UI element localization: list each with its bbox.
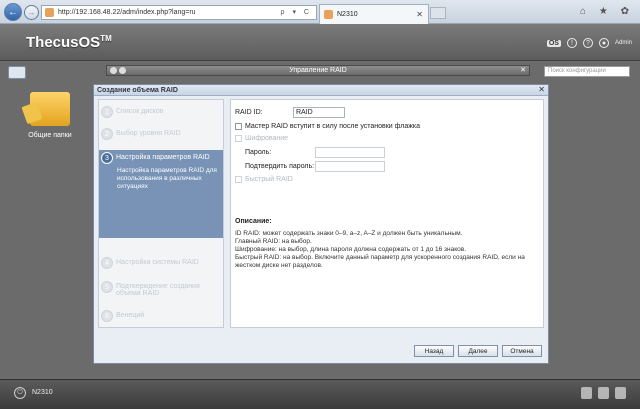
confirm-password-label: Подтвердить пароль: (245, 163, 315, 170)
forward-button[interactable]: → (24, 5, 39, 20)
step-3: 3 Настройка параметров RAID Настройка па… (99, 150, 223, 238)
browser-toolbar: ← → http://192.168.48.22/adm/index.php?l… (0, 0, 640, 24)
search-input[interactable]: Поиск конфигурации (544, 66, 630, 77)
step-number: 5 (101, 281, 113, 293)
address-bar[interactable]: http://192.168.48.22/adm/index.php?lang=… (41, 5, 317, 20)
tab-close-icon[interactable]: ✕ (416, 10, 423, 19)
password-field[interactable] (315, 147, 385, 158)
master-raid-label: Мастер RAID вступит в силу после установ… (245, 123, 421, 130)
back-button[interactable]: Назад (414, 345, 454, 357)
info-icon[interactable]: ! (566, 38, 577, 48)
password-row: Пароль: (245, 147, 385, 158)
encryption-row: Шифрование (235, 135, 288, 142)
os-button[interactable]: OS (546, 39, 561, 47)
step-label: Подтверждение создания объема RAID (116, 283, 200, 297)
user-icon[interactable]: ● (598, 38, 609, 48)
raid-id-input[interactable]: RAID (293, 107, 345, 118)
step-label: Выбор уровня RAID (116, 130, 181, 137)
browser-menu-icons[interactable]: ⌂ ★ ✿ (580, 6, 634, 17)
folder-icon (30, 92, 70, 126)
thecus-logo: ThecusOSTM (26, 34, 112, 51)
confirm-password-row: Подтвердить пароль: (245, 161, 385, 172)
password-label: Пароль: (245, 149, 272, 156)
quick-raid-checkbox[interactable] (235, 176, 242, 183)
stack-icon[interactable] (615, 387, 626, 399)
dialog-title: Создание объема RAID (97, 87, 178, 94)
master-raid-row: Мастер RAID вступит в силу после установ… (235, 123, 420, 130)
raid-settings-form: RAID ID: RAID Мастер RAID вступит в силу… (230, 99, 544, 328)
step-6: 6 Венеций (101, 310, 223, 322)
description-line: Шифрование: на выбор, длина пароля должн… (235, 246, 467, 253)
wizard-steps: 1 Список дисков 2 Выбор уровня RAID 3 На… (98, 99, 224, 328)
step-label: Настройка системы RAID (116, 259, 199, 266)
url-text: http://192.168.48.22/adm/index.php?lang=… (58, 9, 196, 16)
step-number: 6 (101, 310, 113, 322)
device-name: N2310 (32, 389, 53, 396)
step-label: Настройка параметров RAID (116, 154, 210, 161)
next-button[interactable]: Далее (458, 345, 498, 357)
new-tab-button[interactable] (430, 7, 446, 19)
step-description: Настройка параметров RAID для использова… (117, 167, 217, 190)
description-title: Описание: (235, 218, 272, 225)
shared-folders-shortcut[interactable]: Общие папки (20, 92, 80, 139)
description-text: ID RAID: может содержать знаки 0–9, a–z,… (235, 230, 537, 270)
browser-tab[interactable]: N2310 ✕ (319, 4, 429, 24)
step-label: Список дисков (116, 108, 164, 115)
power-icon[interactable]: ⏻ (14, 387, 26, 399)
shared-folders-label: Общие папки (28, 132, 72, 139)
cancel-button[interactable]: Отмена (502, 345, 542, 357)
raid-window-close-icon[interactable]: ✕ (520, 66, 526, 74)
taskbar-tray (581, 387, 626, 399)
dialog-close-icon[interactable]: ✕ (538, 85, 545, 94)
step-4: 4 Настройка системы RAID (101, 257, 223, 269)
windows-icon[interactable] (598, 387, 609, 399)
desktop-switch-icon[interactable] (8, 66, 26, 79)
taskbar: ⏻ N2310 (0, 379, 640, 409)
raid-window-titlebar[interactable]: Управление RAID ✕ (106, 65, 530, 76)
master-raid-checkbox[interactable] (235, 123, 242, 130)
user-name[interactable]: Admin (615, 40, 632, 46)
step-2: 2 Выбор уровня RAID (101, 128, 223, 140)
confirm-password-field[interactable] (315, 161, 385, 172)
step-5: 5 Подтверждение создания объема RAID (101, 281, 223, 297)
raid-id-label: RAID ID: (235, 109, 263, 116)
quick-raid-label: Быстрый RAID (245, 176, 293, 183)
step-label: Венеций (116, 312, 145, 319)
storage-icon[interactable] (581, 387, 592, 399)
dialog-titlebar: Создание объема RAID ✕ (94, 85, 548, 96)
help-icon[interactable]: ? (582, 38, 593, 48)
description-line: Главный RAID: на выбор. (235, 238, 312, 245)
step-number: 3 (101, 152, 113, 164)
quick-raid-row: Быстрый RAID (235, 176, 293, 183)
description-line: Быстрый RAID: на выбор. Включите данный … (235, 254, 525, 269)
raid-window-title: Управление RAID (289, 67, 347, 74)
step-number: 1 (101, 106, 113, 118)
site-favicon-icon (45, 8, 54, 17)
address-actions-icon[interactable]: ρ ▾ C (281, 8, 312, 16)
description-line: ID RAID: может содержать знаки 0–9, a–z,… (235, 230, 463, 237)
tab-title: N2310 (337, 11, 358, 18)
back-button[interactable]: ← (4, 3, 22, 21)
app-header: ThecusOSTM OS ! ? ● Admin (0, 24, 640, 61)
encryption-label: Шифрование (245, 135, 289, 142)
header-actions: OS ! ? ● Admin (546, 38, 632, 48)
step-number: 2 (101, 128, 113, 140)
create-raid-dialog: Создание объема RAID ✕ 1 Список дисков 2… (93, 84, 549, 364)
step-1: 1 Список дисков (101, 106, 223, 118)
raid-id-row: RAID ID: RAID (235, 107, 345, 118)
tab-favicon-icon (324, 10, 333, 19)
encryption-checkbox[interactable] (235, 135, 242, 142)
step-number: 4 (101, 257, 113, 269)
